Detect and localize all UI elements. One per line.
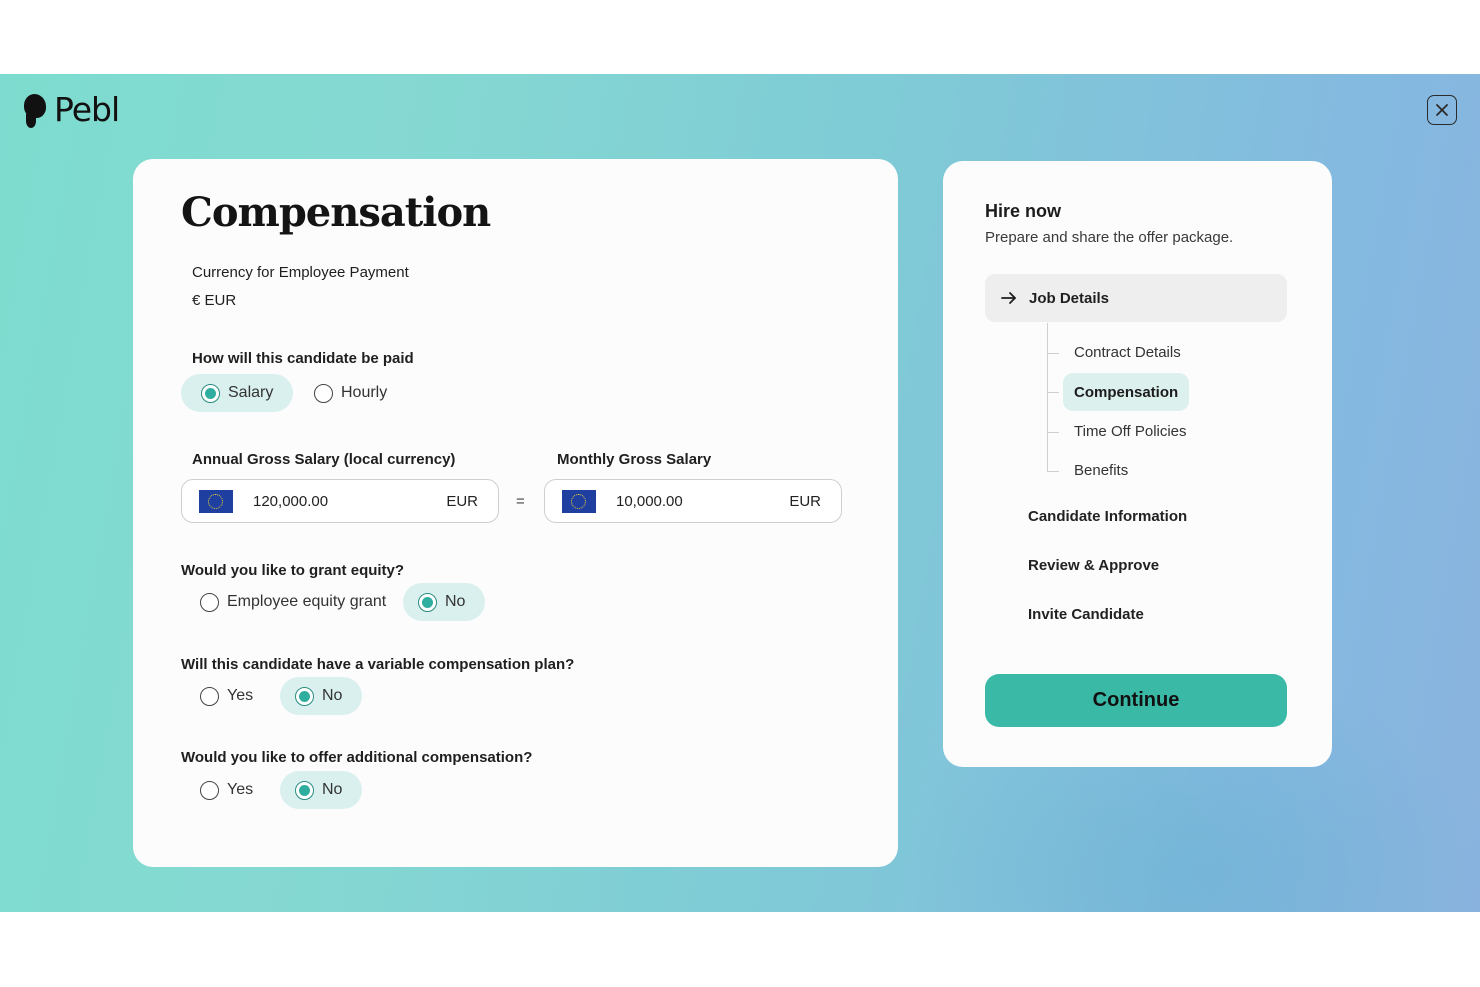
variable-comp-no-option[interactable]: No — [280, 677, 363, 715]
annual-salary-label: Annual Gross Salary (local currency) — [192, 451, 456, 468]
radio-button[interactable] — [295, 780, 314, 800]
eu-flag-icon — [199, 489, 233, 513]
radio-label: Yes — [227, 781, 254, 798]
tree-tick — [1047, 392, 1059, 393]
variable-comp-yes-option[interactable]: Yes — [181, 677, 273, 715]
step-job-details[interactable]: Job Details — [985, 274, 1287, 322]
arrow-right-icon — [1001, 292, 1016, 304]
step-review-approve[interactable]: Review & Approve — [1028, 557, 1159, 574]
sub-step-benefits[interactable]: Benefits — [1074, 462, 1128, 479]
step-candidate-information[interactable]: Candidate Information — [1028, 508, 1187, 525]
pay-type-question: How will this candidate be paid — [192, 350, 414, 367]
equity-question: Would you like to grant equity? — [181, 562, 405, 579]
radio-button[interactable] — [200, 686, 219, 706]
pay-type-hourly-option[interactable]: Hourly — [294, 374, 407, 412]
tree-tick — [1047, 432, 1059, 433]
radio-button[interactable] — [200, 592, 219, 612]
tree-tick — [1047, 353, 1059, 354]
variable-comp-question: Will this candidate have a variable comp… — [181, 656, 575, 673]
sidebar-subtitle: Prepare and share the offer package. — [985, 229, 1234, 246]
pebl-logo-mark — [24, 92, 48, 128]
equity-grant-option[interactable]: Employee equity grant — [181, 583, 406, 621]
monthly-salary-input[interactable]: 10,000.00 EUR — [544, 479, 842, 523]
radio-label: Yes — [227, 687, 254, 704]
radio-label: Hourly — [341, 384, 388, 401]
close-button[interactable] — [1427, 95, 1457, 125]
radio-button[interactable] — [200, 780, 219, 800]
annual-salary-value: 120,000.00 — [253, 492, 329, 510]
radio-label: Employee equity grant — [227, 593, 387, 610]
equity-no-option[interactable]: No — [403, 583, 486, 621]
additional-comp-yes-option[interactable]: Yes — [181, 771, 273, 809]
tree-tick — [1047, 471, 1059, 472]
step-invite-candidate[interactable]: Invite Candidate — [1028, 606, 1144, 623]
radio-button[interactable] — [418, 592, 437, 612]
monthly-currency-code: EUR — [789, 492, 821, 510]
sub-step-contract-details[interactable]: Contract Details — [1074, 344, 1181, 361]
page-title: Compensation — [181, 189, 491, 236]
close-icon — [1436, 104, 1448, 116]
compensation-form-card: Compensation Currency for Employee Payme… — [133, 159, 898, 867]
sub-step-time-off-policies[interactable]: Time Off Policies — [1074, 423, 1187, 440]
radio-button[interactable] — [314, 383, 333, 403]
sub-step-compensation[interactable]: Compensation — [1063, 373, 1190, 411]
sidebar-title: Hire now — [985, 201, 1062, 221]
pebl-logo: Pebl — [24, 90, 120, 129]
radio-button[interactable] — [201, 383, 220, 403]
radio-label: No — [445, 593, 466, 610]
monthly-salary-label: Monthly Gross Salary — [557, 451, 712, 468]
radio-label: Salary — [228, 384, 274, 401]
annual-salary-input[interactable]: 120,000.00 EUR — [181, 479, 499, 523]
brand-name: Pebl — [54, 90, 120, 129]
equals-sign: = — [516, 493, 525, 510]
step-label: Job Details — [1029, 289, 1110, 307]
hire-steps-card: Hire now Prepare and share the offer pac… — [943, 161, 1332, 767]
radio-label: No — [322, 687, 343, 704]
step-tree-line — [1047, 323, 1048, 471]
continue-button[interactable]: Continue — [985, 674, 1287, 727]
pay-type-salary-option[interactable]: Salary — [181, 374, 294, 412]
currency-value: € EUR — [192, 292, 237, 309]
eu-flag-icon — [562, 489, 596, 513]
currency-label: Currency for Employee Payment — [192, 264, 409, 281]
monthly-salary-value: 10,000.00 — [616, 492, 683, 510]
annual-currency-code: EUR — [446, 492, 478, 510]
radio-button[interactable] — [295, 686, 314, 706]
additional-comp-no-option[interactable]: No — [280, 771, 363, 809]
additional-comp-question: Would you like to offer additional compe… — [181, 749, 533, 766]
radio-label: No — [322, 781, 343, 798]
